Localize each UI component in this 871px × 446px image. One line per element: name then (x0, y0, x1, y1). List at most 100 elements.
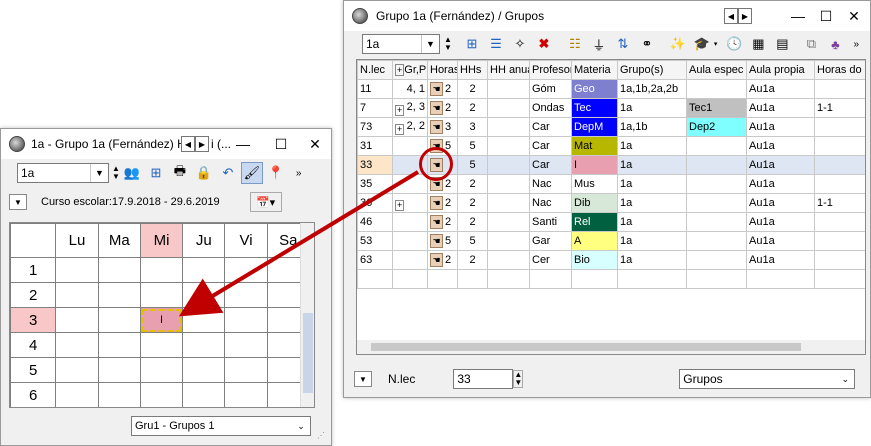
timetable-cell[interactable] (139, 357, 184, 383)
table-row[interactable]: 7 +2, 3 ☚ 2 2 Ondas Tec 1a Tec1 Au1a 1-1 (357, 98, 865, 118)
cell-profesor[interactable]: Cer (529, 250, 572, 270)
cell-grp[interactable]: + (392, 193, 428, 213)
cell-nlec[interactable]: 46 (357, 212, 393, 232)
next-arrow-icon[interactable]: ▶ (738, 8, 752, 24)
cell-horas[interactable]: ☚ 2 (427, 193, 458, 213)
footer-nlec-field[interactable]: 33 (453, 369, 514, 389)
spin-updown-icon[interactable]: ▲ ▼ (513, 370, 524, 388)
cell-grupos[interactable]: 1a (617, 155, 687, 175)
cell-profesor[interactable]: Ondas (529, 98, 572, 118)
placed-lesson-cell[interactable]: I (139, 307, 184, 333)
cell-materia[interactable]: Mus (571, 174, 618, 194)
cell-materia[interactable]: Rel (571, 212, 618, 232)
cell-grp[interactable] (392, 250, 428, 270)
cell-aula-propia[interactable]: Au1a (746, 136, 815, 156)
class-selector[interactable]: 1a ▼ (17, 163, 109, 183)
cell-aula-esp[interactable] (686, 250, 747, 270)
cell-aula-esp[interactable] (686, 155, 747, 175)
list-icon[interactable]: ☰ (485, 33, 507, 55)
expand-plus-icon[interactable]: + (395, 104, 405, 116)
cell-materia[interactable]: Mat (571, 136, 618, 156)
new-item-icon[interactable]: ✧ (509, 33, 531, 55)
cell-hhs[interactable]: 2 (457, 79, 488, 99)
cell-horas-do[interactable] (814, 136, 865, 156)
chevron-down-icon[interactable]: ▼ (90, 164, 108, 182)
cell-horas[interactable]: ☚ 2 (427, 212, 458, 232)
cell-horas-do[interactable]: 1-1 (814, 193, 865, 213)
calculator-icon[interactable]: ▤ (771, 33, 793, 55)
cell-horas[interactable]: ☚ 3 (427, 117, 458, 137)
wand-icon[interactable]: ✨ (667, 33, 689, 55)
cell-horas-do[interactable] (814, 231, 865, 251)
drag-hand-icon[interactable]: ☚ (430, 234, 443, 248)
cell-materia[interactable]: Tec (571, 98, 618, 118)
cell-profesor[interactable]: Car (529, 155, 572, 175)
cell-nlec[interactable]: 35 (357, 174, 393, 194)
cell-horas[interactable]: ☚ 2 (427, 250, 458, 270)
cell-horas-do[interactable] (814, 174, 865, 194)
cell-aula-propia[interactable]: Au1a (746, 155, 815, 175)
table-row[interactable]: 46 ☚ 2 2 Santi Rel 1a Au1a (357, 212, 865, 232)
scroll-thumb[interactable] (303, 313, 313, 393)
timetable-cell[interactable] (97, 307, 141, 333)
cell-grp[interactable] (392, 174, 428, 194)
drag-hand-icon[interactable]: ☚ (430, 196, 443, 210)
cell-grp[interactable] (392, 212, 428, 232)
cell-aula-propia[interactable]: Au1a (746, 117, 815, 137)
spin-updown-icon[interactable]: ▲ ▼ (444, 36, 452, 52)
timetable-cell[interactable] (224, 382, 268, 407)
cell-aula-esp[interactable] (686, 231, 747, 251)
timetable-cell[interactable] (139, 382, 184, 407)
users-icon[interactable]: ♣ (824, 33, 846, 55)
timetable-cell[interactable] (55, 257, 99, 283)
timetable-cell[interactable] (224, 282, 268, 308)
cell-aula-esp[interactable]: Tec1 (686, 98, 747, 118)
cell-materia[interactable]: Dib (571, 193, 618, 213)
brush-icon[interactable]: 🖌 (240, 162, 263, 184)
toolbar-overflow-icon[interactable]: » (296, 168, 302, 179)
group-selector[interactable]: Gru1 - Grupos 1 ⌄ (131, 416, 311, 436)
drag-hand-icon[interactable]: ☚ (430, 120, 443, 134)
cell-nlec[interactable]: 53 (357, 231, 393, 251)
scroll-thumb[interactable] (371, 343, 801, 351)
day-header[interactable]: Lu (55, 223, 99, 258)
cell-hhs[interactable]: 5 (457, 231, 488, 251)
cell-grp[interactable] (392, 231, 428, 251)
lessons-h-scrollbar[interactable] (357, 340, 865, 354)
view-selector[interactable]: Grupos ⌄ (679, 369, 856, 389)
teachers-icon[interactable]: 👥 (121, 162, 143, 184)
timetable-cell[interactable] (139, 257, 184, 283)
clock-icon[interactable]: 🕓 (723, 33, 745, 55)
cell-hhs[interactable]: 2 (457, 250, 488, 270)
cell-horas-do[interactable] (814, 79, 865, 99)
cell-nlec[interactable]: 7 (357, 98, 393, 118)
timetable-cell[interactable] (224, 257, 268, 283)
timetable-cell[interactable] (182, 382, 226, 407)
dropdown-small-icon[interactable]: ▾ (714, 40, 718, 48)
drag-hand-icon[interactable]: ☚ (430, 82, 443, 96)
cell-grupos[interactable]: 1a,1b,2a,2b (617, 79, 687, 99)
cell-aula-propia[interactable]: Au1a (746, 231, 815, 251)
cell-hhs[interactable]: 2 (457, 174, 488, 194)
expand-plus-icon[interactable]: + (395, 199, 405, 211)
class-selector[interactable]: 1a ▼ (362, 34, 440, 54)
cell-grupos[interactable]: 1a (617, 250, 687, 270)
stack-icon[interactable]: ☷ (564, 33, 586, 55)
table-row[interactable]: 11 4, 1 ☚ 2 2 Góm Geo 1a,1b,2a,2b Au1a (357, 79, 865, 99)
timetable-cell[interactable] (97, 357, 141, 383)
footer-dropdown-icon[interactable]: ▼ (354, 371, 372, 387)
cell-horas-do[interactable] (814, 212, 865, 232)
timetable-cell[interactable] (182, 307, 226, 333)
toolbar-overflow-icon[interactable]: » (853, 39, 859, 50)
cell-profesor[interactable]: Santi (529, 212, 572, 232)
timetable-cell[interactable] (182, 257, 226, 283)
new-row-icon[interactable]: ⊞ (461, 33, 483, 55)
cell-aula-esp[interactable]: Dep2 (686, 117, 747, 137)
cell-grupos[interactable]: 1a,1b (617, 117, 687, 137)
lock-icon[interactable]: 🔒 (193, 162, 215, 184)
timetable-cell[interactable] (97, 282, 141, 308)
cell-horas-do[interactable]: 1-1 (814, 98, 865, 118)
expand-plus-icon[interactable]: + (395, 123, 405, 135)
cell-profesor[interactable]: Car (529, 136, 572, 156)
cell-aula-esp[interactable] (686, 136, 747, 156)
